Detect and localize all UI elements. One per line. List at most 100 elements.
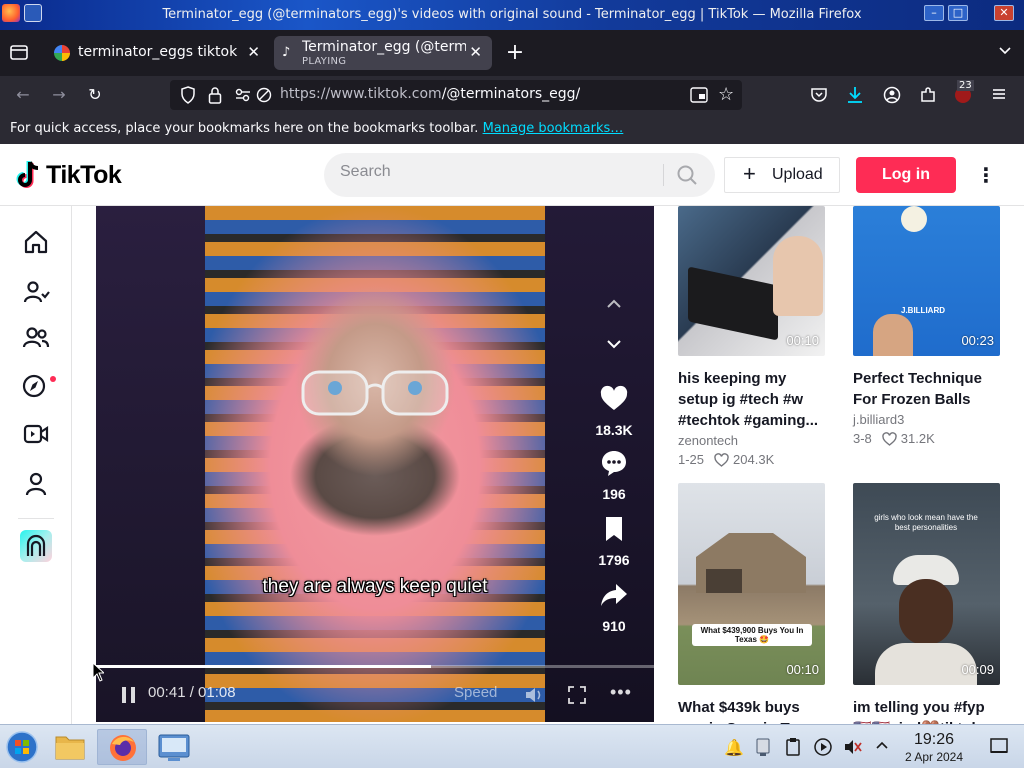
effect-house-icon[interactable] bbox=[20, 530, 52, 562]
profile-icon[interactable] bbox=[22, 470, 50, 498]
url-text[interactable]: https://www.tiktok.com/@terminators_egg/… bbox=[280, 86, 580, 102]
forward-arrow-icon[interactable]: → bbox=[48, 84, 70, 106]
tiktok-logo[interactable]: TikTok bbox=[16, 159, 122, 191]
like-action[interactable]: 18.3K bbox=[588, 384, 640, 438]
minimize-button[interactable]: – bbox=[924, 5, 944, 21]
account-icon[interactable] bbox=[883, 86, 901, 108]
following-icon[interactable] bbox=[22, 278, 50, 306]
video-thumbnail[interactable]: girls who look mean have the best person… bbox=[853, 483, 1000, 685]
share-action[interactable]: 910 bbox=[588, 580, 640, 634]
bookmarks-message: For quick access, place your bookmarks h… bbox=[10, 121, 623, 136]
bookmark-star-icon[interactable]: ☆ bbox=[718, 84, 734, 105]
speed-button[interactable]: Speed bbox=[454, 684, 497, 701]
related-video-title[interactable]: his keeping my setup ig #tech #w #techto… bbox=[678, 368, 825, 431]
new-tab-button[interactable]: + bbox=[504, 42, 526, 64]
close-tab-icon[interactable]: ✕ bbox=[247, 43, 260, 61]
tab-label: terminator_eggs tiktok - bbox=[78, 44, 238, 60]
sidebar-divider bbox=[18, 518, 54, 519]
clipboard-icon[interactable] bbox=[782, 737, 804, 759]
save-action[interactable]: 1796 bbox=[588, 514, 640, 568]
address-bar[interactable]: https://www.tiktok.com/@terminators_egg/… bbox=[170, 80, 742, 110]
more-options-icon[interactable]: ⋮ bbox=[976, 163, 996, 187]
tab-tiktok[interactable]: ♪ Terminator_egg (@termi PLAYING ✕ bbox=[274, 36, 492, 70]
media-play-icon[interactable] bbox=[812, 737, 834, 759]
tab-label: Terminator_egg (@termi bbox=[302, 39, 466, 55]
start-menu-icon[interactable] bbox=[2, 729, 42, 765]
firefox-taskbar-icon[interactable] bbox=[97, 729, 147, 765]
close-window-button[interactable]: ✕ bbox=[994, 5, 1014, 21]
live-icon[interactable] bbox=[22, 420, 50, 448]
taskbar-clock[interactable]: 19:26 2 Apr 2024 bbox=[898, 731, 970, 764]
back-arrow-icon[interactable]: ← bbox=[12, 84, 34, 106]
tiktok-header: TikTok + Upload Log in ⋮ bbox=[0, 144, 1024, 206]
search-input[interactable] bbox=[340, 163, 640, 181]
tab-overflow-chevron-icon[interactable] bbox=[994, 42, 1016, 64]
video-duration: 00:09 bbox=[961, 662, 994, 677]
previous-video-chevron-icon[interactable] bbox=[602, 292, 626, 316]
autoplay-blocked-icon[interactable] bbox=[256, 87, 272, 107]
volume-icon[interactable] bbox=[524, 686, 546, 708]
control-panel-icon[interactable] bbox=[154, 729, 194, 765]
fullscreen-icon[interactable] bbox=[568, 686, 586, 708]
related-video-author[interactable]: j.billiard3 bbox=[853, 412, 1000, 427]
video-duration: 00:23 bbox=[961, 333, 994, 348]
url-host: https://www.tiktok.com bbox=[280, 86, 442, 102]
thumbnail-overlay-text: What $439,900 Buys You In Texas 🤩 bbox=[692, 624, 812, 646]
notifications-bell-icon[interactable]: 🔔 bbox=[723, 737, 745, 759]
video-thumbnail[interactable]: 00:10 bbox=[678, 206, 825, 356]
related-video-card[interactable]: J.BILLIARD 00:23 Perfect Technique For F… bbox=[853, 206, 1000, 446]
maximize-button[interactable]: □ bbox=[948, 5, 968, 21]
notification-dot bbox=[50, 376, 56, 382]
tray-expand-chevron-icon[interactable] bbox=[871, 737, 893, 759]
comment-action[interactable]: 196 bbox=[588, 448, 640, 502]
hamburger-menu-icon[interactable] bbox=[990, 85, 1008, 107]
tab-list-icon[interactable] bbox=[8, 42, 30, 64]
friends-icon[interactable] bbox=[22, 324, 50, 352]
tiktok-favicon: ♪ bbox=[282, 45, 291, 60]
search-icon[interactable] bbox=[676, 164, 698, 186]
video-progress-bar[interactable] bbox=[96, 665, 654, 668]
thumbnail-hand bbox=[873, 314, 913, 356]
tab-google-search[interactable]: terminator_eggs tiktok - ✕ bbox=[46, 36, 270, 70]
downloads-icon[interactable] bbox=[846, 85, 864, 109]
reader-view-icon[interactable] bbox=[690, 87, 708, 107]
related-video-card[interactable]: girls who look mean have the best person… bbox=[853, 483, 1000, 739]
related-video-title[interactable]: Perfect Technique For Frozen Balls bbox=[853, 368, 1000, 410]
related-video-card[interactable]: 00:10 his keeping my setup ig #tech #w #… bbox=[678, 206, 825, 467]
network-icon[interactable] bbox=[752, 737, 774, 759]
permissions-icon[interactable] bbox=[234, 87, 252, 107]
thumbnail-keyboard bbox=[688, 266, 778, 341]
file-manager-icon[interactable] bbox=[50, 729, 90, 765]
more-dots-icon[interactable]: ••• bbox=[610, 682, 632, 703]
comment-icon bbox=[602, 451, 626, 476]
related-video-date: 1-25 bbox=[678, 452, 705, 467]
home-icon[interactable] bbox=[22, 228, 50, 256]
explore-compass-icon[interactable] bbox=[22, 372, 50, 400]
reload-icon[interactable]: ↻ bbox=[84, 84, 106, 106]
video-thumbnail[interactable]: J.BILLIARD 00:23 bbox=[853, 206, 1000, 356]
manage-bookmarks-link[interactable]: Manage bookmarks… bbox=[483, 121, 624, 136]
next-video-chevron-icon[interactable] bbox=[602, 332, 626, 356]
lock-icon[interactable] bbox=[208, 86, 222, 108]
extensions-icon[interactable] bbox=[919, 86, 937, 108]
video-time: 00:41 / 01:08 bbox=[148, 684, 236, 701]
related-video-card[interactable]: What $439,900 Buys You In Texas 🤩 00:10 … bbox=[678, 483, 825, 739]
related-video-author[interactable]: zenontech bbox=[678, 433, 825, 448]
pause-icon[interactable] bbox=[120, 686, 138, 708]
tracking-shield-icon[interactable] bbox=[180, 86, 196, 108]
pocket-icon[interactable] bbox=[810, 86, 828, 108]
bookmarks-toolbar: For quick access, place your bookmarks h… bbox=[0, 114, 1024, 144]
related-video-meta: 1-25 204.3K bbox=[678, 452, 825, 467]
video-player[interactable]: they are always keep quiet 18.3K 196 179… bbox=[96, 206, 654, 722]
close-tab-icon[interactable]: ✕ bbox=[469, 43, 482, 61]
bookmarks-hint-text: For quick access, place your bookmarks h… bbox=[10, 121, 483, 136]
upload-button[interactable]: + Upload bbox=[724, 157, 840, 193]
volume-muted-icon[interactable] bbox=[842, 737, 864, 759]
login-button[interactable]: Log in bbox=[856, 157, 956, 193]
url-path: /@terminators_egg/video/72294 bbox=[441, 86, 580, 102]
video-duration: 00:10 bbox=[786, 662, 819, 677]
video-thumbnail[interactable]: What $439,900 Buys You In Texas 🤩 00:10 bbox=[678, 483, 825, 685]
thumbnail-overlay-text: girls who look mean have the best person… bbox=[874, 513, 978, 532]
show-desktop-icon[interactable] bbox=[988, 737, 1010, 759]
window-title: Terminator_egg (@terminators_egg)'s vide… bbox=[162, 7, 862, 22]
